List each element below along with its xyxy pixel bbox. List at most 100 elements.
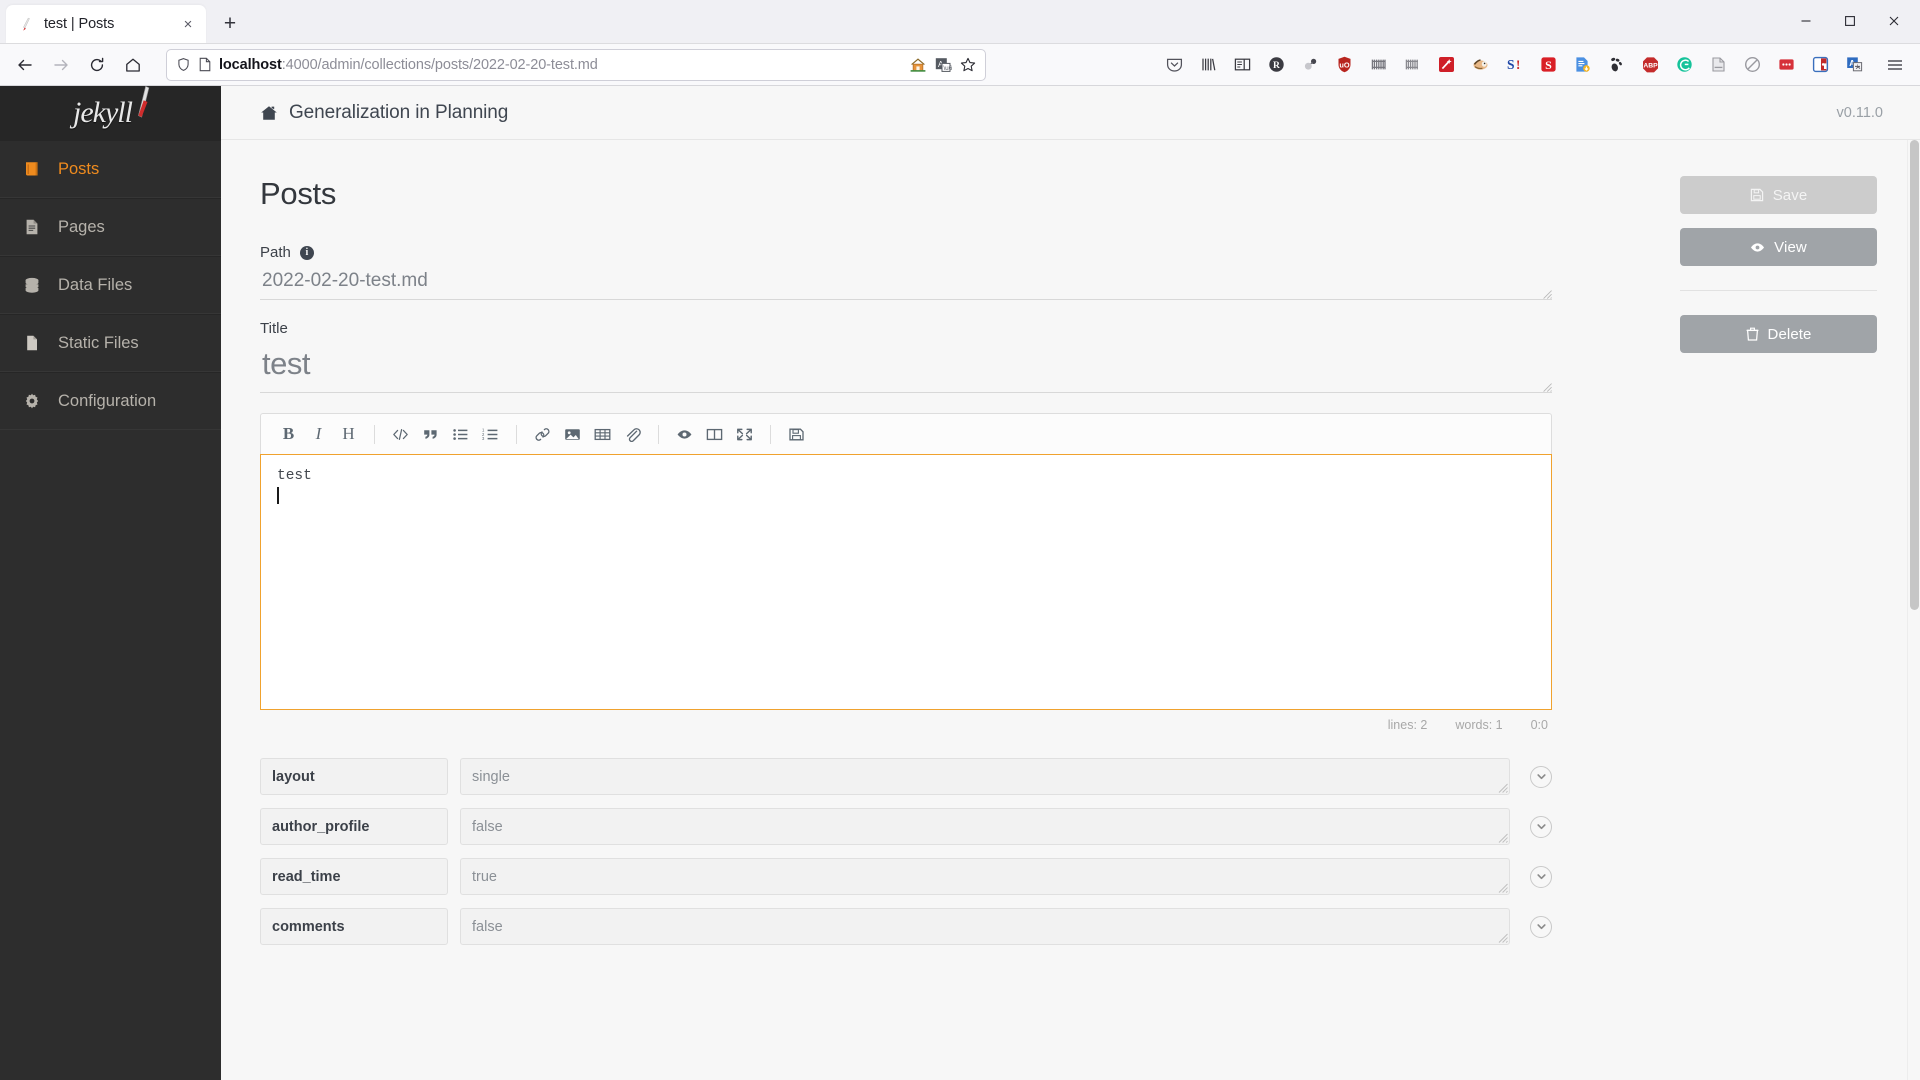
back-arrow-icon[interactable] [8, 49, 42, 81]
paper-icon[interactable] [1704, 51, 1732, 79]
preview-button[interactable] [671, 421, 698, 448]
sidebar-item-data-files[interactable]: Data Files [0, 256, 221, 314]
translate-ext-icon[interactable]: A [1840, 51, 1868, 79]
title-label-text: Title [260, 320, 288, 337]
library-icon[interactable] [1194, 51, 1222, 79]
front-matter-key[interactable]: comments [260, 908, 448, 945]
front-matter-key[interactable]: read_time [260, 858, 448, 895]
view-button[interactable]: View [1680, 228, 1877, 266]
minimize-icon[interactable] [1784, 4, 1828, 38]
save-button[interactable]: Save [1680, 176, 1877, 214]
pallet-icon[interactable] [1398, 51, 1426, 79]
front-matter-value[interactable]: single [460, 758, 1510, 795]
editor-toolbar: B I H 1 2 3 [260, 413, 1552, 454]
url-bar[interactable]: localhost:4000/admin/collections/posts/2… [166, 48, 986, 81]
chevron-down-icon[interactable] [1530, 915, 1552, 938]
home-icon[interactable] [116, 49, 150, 81]
new-tab-button[interactable]: + [215, 9, 245, 39]
bookmark-star-icon[interactable] [959, 56, 977, 74]
jekyll-brand-logo[interactable]: jekyll [0, 86, 221, 140]
action-panel: Save View Delete [1650, 140, 1920, 1080]
delete-button[interactable]: Delete [1680, 315, 1877, 353]
sidebar-item-configuration[interactable]: Configuration [0, 372, 221, 430]
title-input[interactable] [260, 344, 1552, 393]
file-lines-icon [22, 218, 42, 236]
side-by-side-button[interactable] [701, 421, 728, 448]
page-scrollbar[interactable] [1907, 140, 1920, 1080]
badger-icon[interactable] [1466, 51, 1494, 79]
ublock-origin-icon[interactable]: uO [1330, 51, 1358, 79]
window-close-icon[interactable] [1872, 4, 1916, 38]
gnome-icon[interactable] [1602, 51, 1630, 79]
page-document-icon [198, 57, 212, 72]
reload-icon[interactable] [80, 49, 114, 81]
path-input[interactable] [260, 268, 1552, 300]
title-field: Title [260, 320, 1552, 393]
table-button[interactable] [589, 421, 616, 448]
link-button[interactable] [529, 421, 556, 448]
content-topbar: Generalization in Planning v0.11.0 [221, 86, 1920, 140]
sci-hub-icon[interactable]: S! [1500, 51, 1528, 79]
toolbar-separator [658, 424, 659, 444]
reader-home-icon[interactable] [909, 56, 927, 74]
save-page-icon[interactable] [1568, 51, 1596, 79]
hamburger-menu-icon[interactable] [1880, 50, 1910, 80]
info-icon[interactable]: i [299, 245, 314, 260]
barcode-icon[interactable] [1364, 51, 1392, 79]
s-red-icon[interactable]: S [1534, 51, 1562, 79]
heading-button[interactable]: H [335, 421, 362, 448]
cookie-icon[interactable] [1772, 51, 1800, 79]
database-icon [22, 276, 42, 294]
close-icon[interactable]: × [178, 14, 198, 34]
front-matter-value[interactable]: false [460, 908, 1510, 945]
site-title-link[interactable]: Generalization in Planning [260, 102, 508, 124]
zotero-icon[interactable] [1296, 51, 1324, 79]
pocket-icon[interactable] [1160, 51, 1188, 79]
translate-icon[interactable]: A \u6587 [934, 56, 952, 74]
privacy-badger-icon[interactable] [1806, 51, 1834, 79]
front-matter-key[interactable]: layout [260, 758, 448, 795]
path-label-text: Path [260, 244, 291, 261]
front-matter-value[interactable]: false [460, 808, 1510, 845]
chevron-down-icon[interactable] [1530, 865, 1552, 888]
italic-button[interactable]: I [305, 421, 332, 448]
bold-button[interactable]: B [275, 421, 302, 448]
text-caret [277, 486, 279, 504]
front-matter-row: author_profile false [260, 808, 1552, 845]
adblock-plus-icon[interactable]: ABP [1636, 51, 1664, 79]
scrollbar-thumb[interactable] [1910, 140, 1919, 610]
tracking-protection-shield-icon[interactable] [176, 57, 191, 72]
fullscreen-button[interactable] [731, 421, 758, 448]
editor-save-button[interactable] [783, 421, 810, 448]
url-action-icons: A \u6587 [909, 56, 979, 74]
unordered-list-button[interactable] [447, 421, 474, 448]
page-title: Posts [260, 176, 337, 211]
image-button[interactable] [559, 421, 586, 448]
ordered-list-button[interactable]: 123 [477, 421, 504, 448]
chevron-down-icon[interactable] [1530, 815, 1552, 838]
quote-button[interactable] [417, 421, 444, 448]
book-icon [22, 160, 42, 178]
sidebar-item-posts[interactable]: Posts [0, 140, 221, 198]
front-matter-value[interactable]: true [460, 858, 1510, 895]
magic-wand-icon[interactable] [1432, 51, 1460, 79]
attachment-button[interactable] [619, 421, 646, 448]
sidebar-item-pages[interactable]: Pages [0, 198, 221, 256]
code-button[interactable] [387, 421, 414, 448]
researchgate-icon[interactable]: R [1262, 51, 1290, 79]
url-path: :4000/admin/collections/posts/2022-02-20… [281, 56, 598, 73]
noscript-icon[interactable] [1738, 51, 1766, 79]
trash-icon [1746, 327, 1759, 341]
grammarly-icon[interactable] [1670, 51, 1698, 79]
sidebar-icon[interactable] [1228, 51, 1256, 79]
front-matter-key[interactable]: author_profile [260, 808, 448, 845]
front-matter-row: layout single [260, 758, 1552, 795]
browser-tab[interactable]: test | Posts × [6, 5, 206, 43]
maximize-icon[interactable] [1828, 4, 1872, 38]
url-text[interactable]: localhost:4000/admin/collections/posts/2… [219, 57, 902, 73]
editor-textarea[interactable]: test [260, 454, 1552, 710]
sidebar-item-static-files[interactable]: Static Files [0, 314, 221, 372]
chevron-down-icon[interactable] [1530, 765, 1552, 788]
toolbar-separator [770, 424, 771, 444]
forward-arrow-icon[interactable] [44, 49, 78, 81]
